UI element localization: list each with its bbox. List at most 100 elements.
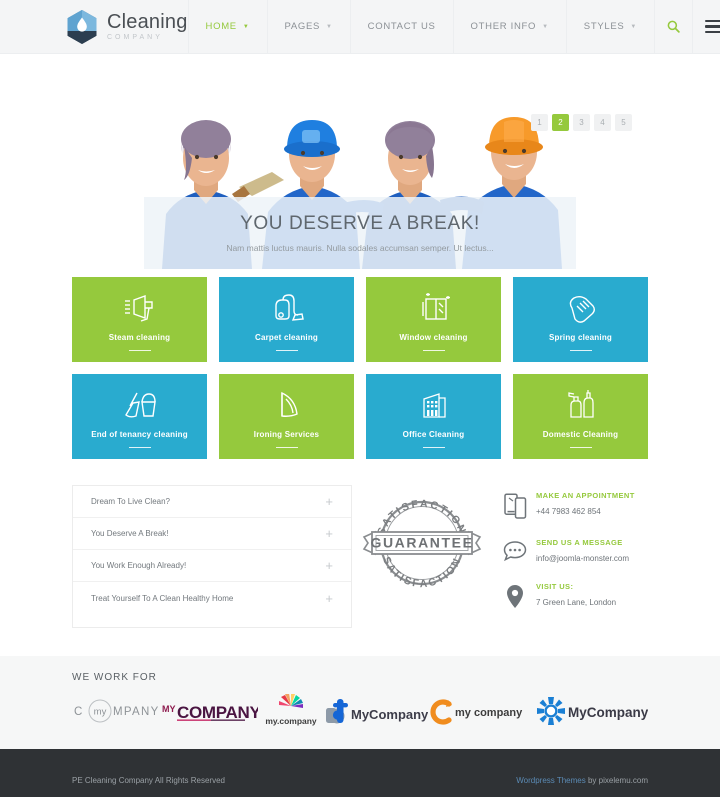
window-icon xyxy=(415,288,453,324)
service-tile-spring-cleaning[interactable]: Spring cleaning xyxy=(513,277,648,362)
contact-title: VISIT US: xyxy=(536,582,574,591)
partner-logo-mycompany-d[interactable]: MyCompany xyxy=(324,696,428,726)
mycompany-star-logo-icon: MyCompany xyxy=(537,697,648,725)
svg-text:my: my xyxy=(94,707,107,718)
tile-divider xyxy=(275,446,298,449)
slider-page-1[interactable]: 1 xyxy=(531,114,548,131)
nav-item-home[interactable]: HOME ▼ xyxy=(187,0,267,54)
mycompany-bold-logo-icon: MY COMPANY xyxy=(162,703,258,722)
footer-credit-link[interactable]: Wordpress Themes xyxy=(516,776,586,785)
svg-text:MyCompany: MyCompany xyxy=(568,705,648,720)
services-grid-row-1: Steam cleaning Carpet cleaning Window cl… xyxy=(72,277,648,362)
plus-icon: + xyxy=(325,526,333,541)
svg-text:SATISFACTION: SATISFACTION xyxy=(380,555,464,590)
search-button[interactable] xyxy=(654,0,692,54)
service-label: Office Cleaning xyxy=(402,429,465,439)
service-tile-window-cleaning[interactable]: Window cleaning xyxy=(366,277,501,362)
svg-text:my company: my company xyxy=(455,707,523,719)
site-header: Cleaning COMPANY HOME ▼ PAGES ▼ CONTACT … xyxy=(0,0,720,54)
office-building-icon xyxy=(415,385,453,421)
tile-divider xyxy=(422,349,445,352)
broom-bucket-icon xyxy=(121,385,159,421)
mid-section: Dream To Live Clean? + You Deserve A Bre… xyxy=(72,485,648,628)
hero-slider: 1 2 3 4 5 YOU DESERVE A BREAK! Nam matti… xyxy=(0,54,720,269)
nav-item-pages[interactable]: PAGES ▼ xyxy=(266,0,350,54)
contact-value[interactable]: +44 7983 462 854 xyxy=(536,507,635,516)
plus-icon: + xyxy=(325,558,333,573)
service-tile-office-cleaning[interactable]: Office Cleaning xyxy=(366,374,501,459)
tile-divider xyxy=(128,446,151,449)
nav-item-styles[interactable]: STYLES ▼ xyxy=(565,0,654,54)
service-tile-carpet-cleaning[interactable]: Carpet cleaning xyxy=(219,277,354,362)
slider-page-5[interactable]: 5 xyxy=(615,114,632,131)
mobile-phone-icon xyxy=(498,491,532,519)
service-label: Steam cleaning xyxy=(108,332,171,342)
partners-title: WE WORK FOR xyxy=(72,672,157,683)
faq-accordion: Dream To Live Clean? + You Deserve A Bre… xyxy=(72,485,352,628)
contact-text: MAKE AN APPOINTMENT +44 7983 462 854 xyxy=(532,491,635,519)
svg-text:MY: MY xyxy=(162,704,176,714)
service-tile-ironing-services[interactable]: Ironing Services xyxy=(219,374,354,459)
nav-label-styles: STYLES xyxy=(583,21,625,32)
svg-text:MPANY: MPANY xyxy=(113,706,160,718)
nav-item-contact-us[interactable]: CONTACT US xyxy=(349,0,453,54)
main-navigation: HOME ▼ PAGES ▼ CONTACT US OTHER INFO ▼ S… xyxy=(187,0,720,54)
service-tile-end-of-tenancy-cleaning[interactable]: End of tenancy cleaning xyxy=(72,374,207,459)
tile-divider xyxy=(128,349,151,352)
mycompany-d-logo-icon: MyCompany xyxy=(326,699,428,724)
accordion-label: Treat Yourself To A Clean Healthy Home xyxy=(91,593,234,603)
tile-divider xyxy=(569,349,592,352)
contact-item-address: VISIT US: 7 Green Lane, London xyxy=(498,582,648,609)
service-label: Carpet cleaning xyxy=(254,332,318,342)
logo-subtitle: COMPANY xyxy=(107,34,163,41)
plus-icon: + xyxy=(325,494,333,509)
logo-title: Cleaning xyxy=(107,11,188,33)
site-logo[interactable]: Cleaning COMPANY xyxy=(66,9,188,45)
service-tile-domestic-cleaning[interactable]: Domestic Cleaning xyxy=(513,374,648,459)
spray-bottles-icon xyxy=(562,385,600,421)
accordion-label: You Deserve A Break! xyxy=(91,529,169,538)
contact-title: MAKE AN APPOINTMENT xyxy=(536,491,635,500)
partner-logo-company-circle[interactable]: C my MPANY xyxy=(72,696,160,726)
iron-icon xyxy=(268,385,306,421)
svg-text:COMPANY: COMPANY xyxy=(177,703,258,722)
svg-text:GUARANTEE: GUARANTEE xyxy=(370,535,473,551)
tile-divider xyxy=(569,446,592,449)
cleaning-cloth-icon xyxy=(562,288,600,324)
hamburger-menu-button[interactable] xyxy=(692,0,720,54)
hamburger-menu-icon xyxy=(705,17,720,36)
service-tile-steam-cleaning[interactable]: Steam cleaning xyxy=(72,277,207,362)
steam-gun-icon xyxy=(121,288,159,324)
accordion-item-dream-to-live-clean[interactable]: Dream To Live Clean? + xyxy=(73,486,351,518)
plus-icon: + xyxy=(325,590,333,606)
service-label: Ironing Services xyxy=(253,429,320,439)
contact-value: 7 Green Lane, London xyxy=(536,598,617,607)
contact-text: VISIT US: 7 Green Lane, London xyxy=(532,582,616,609)
slider-page-2[interactable]: 2 xyxy=(552,114,569,131)
partners-section: WE WORK FOR C my MPANY MY COMPANY my.com… xyxy=(0,656,720,749)
svg-text:MyCompany: MyCompany xyxy=(351,707,428,722)
nav-label-contact-us: CONTACT US xyxy=(367,21,436,32)
chevron-down-icon: ▼ xyxy=(242,23,250,30)
partner-logo-mycompany-burst[interactable]: my.company xyxy=(260,694,322,726)
partner-logo-mycompany-bold[interactable]: MY COMPANY xyxy=(162,696,258,726)
slider-page-3[interactable]: 3 xyxy=(573,114,590,131)
guarantee-badge-container: SATISFACTION SATISFACTION GUARANTEE xyxy=(352,485,492,628)
accordion-item-treat-yourself[interactable]: Treat Yourself To A Clean Healthy Home + xyxy=(73,582,351,614)
mycompany-burst-logo-icon: my.company xyxy=(265,694,317,726)
slider-page-4[interactable]: 4 xyxy=(594,114,611,131)
accordion-label: Dream To Live Clean? xyxy=(91,497,171,506)
footer-credit-rest: by pixelemu.com xyxy=(585,775,648,785)
partner-logo-mycompany-star[interactable]: MyCompany xyxy=(536,696,648,726)
slider-pagination: 1 2 3 4 5 xyxy=(531,114,632,131)
accordion-item-you-work-enough-already[interactable]: You Work Enough Already! + xyxy=(73,550,351,582)
contact-text: SEND US A MESSAGE info@joomla-monster.co… xyxy=(532,538,629,563)
contact-value[interactable]: info@joomla-monster.com xyxy=(536,554,629,563)
search-icon xyxy=(667,20,680,33)
nav-item-other-info[interactable]: OTHER INFO ▼ xyxy=(452,0,566,54)
partner-logo-mycompany-c[interactable]: my company xyxy=(430,696,534,726)
chevron-down-icon: ▼ xyxy=(542,23,549,30)
accordion-label: You Work Enough Already! xyxy=(91,561,187,570)
nav-label-other-info: OTHER INFO xyxy=(470,21,537,32)
accordion-item-you-deserve-a-break[interactable]: You Deserve A Break! + xyxy=(73,518,351,550)
